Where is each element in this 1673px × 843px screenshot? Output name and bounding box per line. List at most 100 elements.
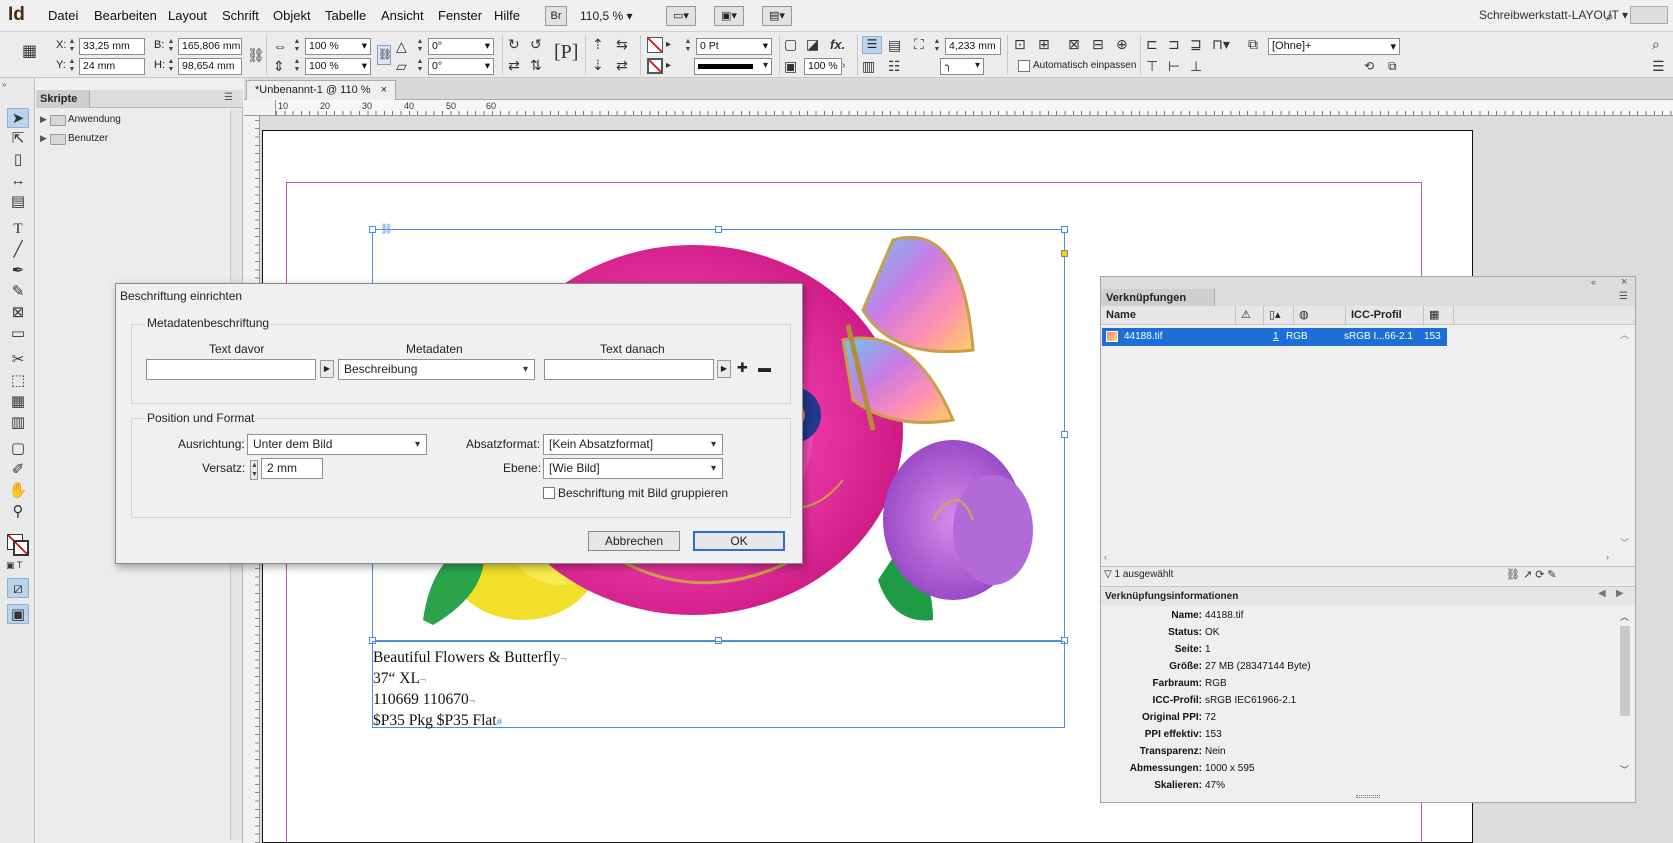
- frame-handle[interactable]: [715, 226, 722, 233]
- ruler-origin[interactable]: [244, 100, 276, 116]
- panel-menu-icon[interactable]: ☰: [1619, 291, 1628, 302]
- rectangle-tool-icon[interactable]: ▭: [7, 324, 29, 344]
- rotate-stepper[interactable]: ▲ ▼: [416, 38, 424, 54]
- ok-button[interactable]: OK: [693, 531, 785, 551]
- links-scrollbar[interactable]: ︿ ﹀: [1618, 328, 1633, 548]
- stroke-weight-stepper[interactable]: ▲ ▼: [684, 38, 692, 54]
- edit-original-icon[interactable]: ✎: [1547, 569, 1559, 581]
- content-collector-icon[interactable]: ▤: [7, 192, 29, 212]
- type-tool-icon[interactable]: T: [7, 219, 29, 239]
- collapse-icon[interactable]: «: [1591, 277, 1596, 287]
- link-row[interactable]: 44188.tif 1 RGB sRGB I...66-2.1 153: [1102, 328, 1447, 346]
- height-stepper[interactable]: ▲ ▼: [167, 58, 175, 74]
- shear-stepper[interactable]: ▲ ▼: [416, 58, 424, 74]
- menu-ansicht[interactable]: Ansicht: [381, 8, 424, 23]
- gap-tool-icon[interactable]: ↔: [7, 171, 29, 191]
- scale-x-stepper[interactable]: ▲ ▼: [293, 38, 301, 54]
- width-stepper[interactable]: ▲ ▼: [167, 38, 175, 54]
- menu-datei[interactable]: Datei: [48, 8, 78, 23]
- page-tool-icon[interactable]: ▯: [7, 150, 29, 170]
- rotate-field[interactable]: 0° ▾: [428, 38, 494, 55]
- close-icon[interactable]: ×: [1621, 276, 1627, 288]
- close-icon[interactable]: ×: [381, 81, 387, 99]
- align-top-icon[interactable]: ⊤: [1146, 58, 1158, 74]
- rectangle-frame-tool-icon[interactable]: ⊠: [7, 303, 29, 323]
- scale-y-field[interactable]: 100 % ▾: [305, 58, 371, 75]
- expand-triangle-icon[interactable]: ▶: [40, 114, 47, 125]
- column-name[interactable]: Name: [1101, 306, 1236, 325]
- scripts-tab[interactable]: Skripte: [36, 90, 90, 108]
- fit-content-to-frame-icon[interactable]: ⊡: [1014, 36, 1026, 52]
- auto-fit-checkbox[interactable]: [1018, 60, 1030, 72]
- frame-handle[interactable]: [1061, 226, 1068, 233]
- screen-mode-normal-icon[interactable]: ▣: [7, 604, 29, 624]
- gradient-swatch-tool-icon[interactable]: ▦: [7, 392, 29, 412]
- drop-shadow-icon[interactable]: ▢: [784, 36, 797, 52]
- panel-menu-icon[interactable]: ☰: [224, 92, 233, 103]
- text-wrap-jump-icon[interactable]: ☷: [888, 58, 901, 74]
- effects-shadow-icon[interactable]: ◪: [806, 36, 819, 52]
- free-transform-tool-icon[interactable]: ⬚: [7, 371, 29, 391]
- flip-vertical-icon[interactable]: ⇅: [530, 57, 542, 73]
- center-content-icon[interactable]: ⊕: [1116, 36, 1128, 52]
- eyedropper-tool-icon[interactable]: ✐: [7, 460, 29, 480]
- stroke-swatch-icon[interactable]: [647, 58, 663, 74]
- paragraph-style-dropdown[interactable]: [Kein Absatzformat] ▾: [543, 434, 723, 455]
- tree-item-anwendung[interactable]: ▶ Anwendung: [36, 110, 226, 130]
- menu-bearbeiten[interactable]: Bearbeiten: [94, 8, 157, 23]
- offset-stepper[interactable]: ▲ ▼: [933, 38, 941, 54]
- resize-grip-icon[interactable]: [1356, 795, 1380, 798]
- live-corner-handle[interactable]: [1061, 250, 1068, 257]
- scale-x-field[interactable]: 100 % ▾: [305, 38, 371, 55]
- screen-mode-icon[interactable]: ▣▾: [714, 6, 744, 26]
- tree-item-benutzer[interactable]: ▶ Benutzer: [36, 129, 226, 149]
- page-sort-icon[interactable]: ▯▴: [1264, 306, 1294, 325]
- selection-tool-icon[interactable]: ➤: [7, 108, 29, 128]
- distribute-icon[interactable]: ⊓▾: [1212, 36, 1230, 52]
- menu-objekt[interactable]: Objekt: [273, 8, 311, 23]
- frame-handle[interactable]: [1061, 431, 1068, 438]
- update-link-icon[interactable]: ⟳: [1535, 569, 1547, 581]
- select-previous-icon[interactable]: ⇆: [616, 36, 628, 52]
- view-options-icon[interactable]: ▭▾: [666, 6, 696, 26]
- warning-icon[interactable]: ⚠: [1236, 306, 1264, 325]
- scroll-left-icon[interactable]: ‹: [1104, 552, 1107, 562]
- fill-menu-icon[interactable]: ▸: [666, 37, 671, 53]
- bridge-button[interactable]: Br: [545, 6, 567, 26]
- formatting-container-icon[interactable]: ▣ T: [6, 560, 22, 571]
- apply-none-icon[interactable]: ⧄: [7, 578, 29, 598]
- align-bottom-icon[interactable]: ⊥: [1190, 58, 1202, 74]
- select-content-icon[interactable]: ⇣: [592, 57, 604, 73]
- offset-stepper[interactable]: ▲ ▼: [250, 460, 258, 480]
- links-tab[interactable]: Verknüpfungen: [1101, 289, 1215, 307]
- align-left-icon[interactable]: ⊏: [1146, 36, 1158, 52]
- pencil-tool-icon[interactable]: ✎: [7, 282, 29, 302]
- scale-y-stepper[interactable]: ▲ ▼: [293, 58, 301, 74]
- note-tool-icon[interactable]: ▢: [7, 439, 29, 459]
- relink-icon[interactable]: ⛓: [1506, 569, 1523, 581]
- group-caption-checkbox[interactable]: [543, 487, 555, 499]
- stroke-weight-field[interactable]: 0 Pt ▾: [696, 38, 772, 55]
- scrollbar-thumb[interactable]: [1620, 626, 1630, 716]
- fill-frame-proportionally-icon[interactable]: ⊟: [1092, 36, 1104, 52]
- panel-menu-icon[interactable]: ☰: [1652, 58, 1665, 74]
- stroke-type-dropdown[interactable]: ▾: [694, 58, 772, 75]
- frame-handle[interactable]: [369, 226, 376, 233]
- fit-proportionally-icon[interactable]: ⊠: [1068, 36, 1080, 52]
- width-field[interactable]: 165,806 mm: [178, 38, 242, 55]
- rotate-cw-icon[interactable]: ↻: [508, 36, 520, 52]
- pen-tool-icon[interactable]: ✒: [7, 261, 29, 281]
- x-stepper[interactable]: ▲ ▼: [68, 38, 76, 54]
- text-after-input[interactable]: [544, 359, 714, 380]
- constrain-proportions-icon[interactable]: ⛓: [247, 47, 265, 63]
- layer-dropdown[interactable]: [Wie Bild] ▾: [543, 458, 723, 479]
- expand-triangle-icon[interactable]: ▶: [40, 133, 47, 144]
- search-field[interactable]: [1630, 6, 1668, 24]
- go-to-link-icon[interactable]: ↗: [1523, 569, 1535, 581]
- flip-horizontal-icon[interactable]: ⇄: [508, 57, 520, 73]
- object-style-dropdown[interactable]: [Ohne]+ ▾: [1268, 38, 1400, 55]
- opacity-field[interactable]: 100 %: [804, 58, 842, 75]
- document-tab[interactable]: *Unbenannt-1 @ 110 % ×: [246, 80, 396, 100]
- previous-link-icon[interactable]: ◀: [1598, 588, 1606, 599]
- align-right-icon[interactable]: ⊒: [1190, 36, 1202, 52]
